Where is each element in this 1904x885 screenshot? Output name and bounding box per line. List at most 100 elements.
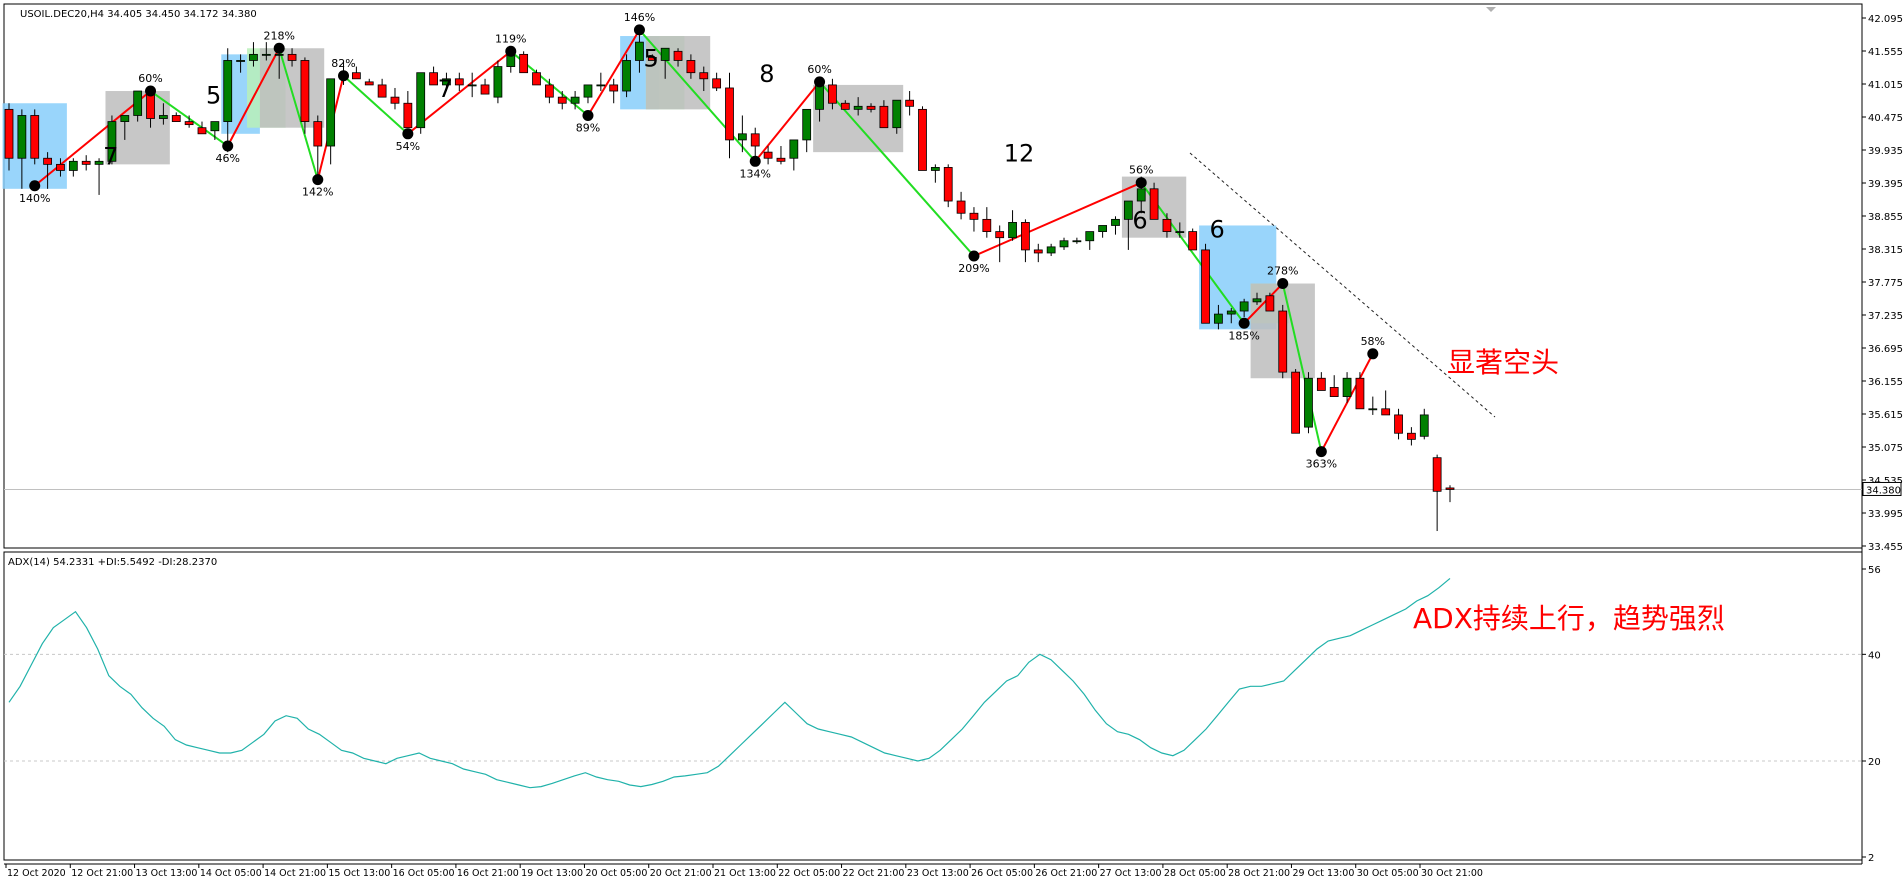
candle-body-21: [274, 53, 284, 56]
chart-container: 140% 60% 46% 218% 142% 82% 54% 119% 89% 146% 134% 6…: [0, 0, 1904, 885]
chart-shift-marker[interactable]: [1486, 7, 1496, 12]
candle-body-54: [699, 72, 709, 80]
candle-73: [943, 164, 953, 208]
candle-98: [1265, 292, 1275, 312]
candle-42: [544, 78, 554, 104]
candle-body-33: [429, 72, 438, 86]
candle-body-88: [1136, 188, 1146, 202]
time-tick-label-12: 22 Oct 05:00: [778, 868, 840, 879]
wave-numeral-6: 6: [1132, 207, 1147, 235]
candle-body-75: [969, 212, 979, 220]
candle-body-4: [56, 163, 65, 171]
candle-body-98: [1265, 295, 1275, 312]
candle-body-65: [840, 102, 850, 110]
adx-note: ADX持续上行，趋势强烈: [1413, 602, 1725, 635]
candle-body-0: [4, 108, 14, 159]
candle-79: [1021, 219, 1030, 263]
candle-body-68: [879, 105, 889, 129]
candle-25: [326, 78, 336, 165]
candle-body-3: [43, 157, 52, 165]
pivot-percent-2: 46%: [215, 152, 239, 165]
candle-76: [982, 207, 992, 238]
candle-81: [1046, 243, 1056, 257]
bearish-note: 显著空头: [1447, 346, 1559, 379]
candle-82: [1059, 237, 1069, 250]
candle-body-38: [493, 66, 503, 98]
candle-body-79: [1021, 222, 1030, 251]
candle-body-52: [673, 50, 683, 61]
candle-body-85: [1098, 225, 1108, 232]
candle-28: [364, 78, 374, 86]
time-tick-label-11: 21 Oct 13:00: [714, 868, 776, 879]
candle-body-49: [635, 41, 644, 61]
time-tick-label-4: 14 Oct 21:00: [264, 868, 326, 879]
price-tick-label-7: 38.315: [1868, 245, 1903, 256]
candle-body-87: [1123, 200, 1133, 220]
candle-body-69: [892, 99, 902, 129]
candle-body-1: [17, 115, 27, 159]
candle-body-53: [686, 60, 696, 74]
candle-107: [1381, 390, 1391, 416]
time-axis: 12 Oct 2020 12 Oct 21:00 13 Oct 13:00 14 Oc…: [5, 864, 1483, 879]
candle-56: [725, 72, 734, 159]
pivot-percent-16: 363%: [1306, 458, 1337, 471]
adx-tick-label-0: 56: [1868, 565, 1881, 576]
candle-body-60: [776, 157, 786, 162]
candle-48: [622, 54, 631, 98]
pivot-dot-17: [1367, 348, 1379, 360]
candle-body-44: [570, 96, 580, 104]
pivot-percent-10: 134%: [740, 167, 771, 180]
candle-body-103: [1329, 387, 1339, 397]
pivot-percent-0: 140%: [19, 192, 50, 205]
candle-body-95: [1226, 310, 1236, 315]
candle-72: [930, 164, 940, 183]
candle-body-56: [725, 87, 734, 141]
pivot-percent-1: 60%: [138, 72, 162, 85]
wave-numeral-1: 5: [206, 81, 221, 109]
pivot-percent-7: 119%: [495, 32, 526, 45]
pivot-dot-5: [338, 70, 350, 82]
price-tick-label-3: 40.475: [1868, 113, 1903, 124]
candle-body-91: [1175, 231, 1185, 233]
candle-body-43: [557, 96, 567, 104]
pivot-dot-6: [402, 128, 414, 140]
candle-36: [467, 72, 477, 98]
candle-body-77: [995, 231, 1005, 239]
candle-body-112: [1445, 487, 1455, 490]
candle-body-82: [1059, 240, 1069, 248]
price-tick-label-11: 36.155: [1868, 377, 1903, 388]
candle-102: [1316, 372, 1326, 391]
pivot-dot-1: [145, 85, 157, 97]
candle-106: [1368, 396, 1378, 415]
candle-100: [1291, 369, 1300, 434]
candle-body-109: [1407, 432, 1416, 440]
price-tick-label-10: 36.695: [1868, 344, 1903, 355]
adx-tick-label-2: 20: [1868, 757, 1881, 768]
pivot-percent-9: 146%: [624, 11, 655, 24]
price-tick-label-2: 41.015: [1868, 80, 1903, 91]
price-tick-label-16: 33.455: [1868, 542, 1903, 553]
candle-17: [223, 48, 233, 153]
candle-body-12: [159, 115, 168, 119]
candle-body-27: [351, 72, 361, 80]
pivot-percent-13: 56%: [1129, 164, 1153, 177]
pivot-dot-14: [1238, 317, 1250, 329]
candle-body-89: [1149, 188, 1159, 220]
candle-body-58: [750, 133, 760, 147]
adx-header: ADX(14) 54.2331 +DI:5.5492 -DI:28.2370: [8, 557, 217, 568]
candle-body-76: [982, 218, 992, 232]
pivot-dot-0: [29, 180, 41, 192]
pivot-percent-3: 218%: [263, 29, 294, 42]
price-tick-label-0: 42.095: [1868, 14, 1903, 25]
candle-body-100: [1291, 371, 1300, 434]
candle-body-57: [737, 133, 747, 141]
time-tick-label-8: 19 Oct 13:00: [521, 868, 583, 879]
candle-body-106: [1368, 408, 1378, 411]
candle-29: [377, 78, 387, 98]
candle-16: [210, 121, 220, 140]
candle-body-55: [712, 78, 722, 89]
candle-body-62: [802, 108, 812, 141]
candle-body-81: [1046, 246, 1056, 254]
time-tick-label-9: 20 Oct 05:00: [585, 868, 647, 879]
candle-body-20: [261, 53, 271, 56]
